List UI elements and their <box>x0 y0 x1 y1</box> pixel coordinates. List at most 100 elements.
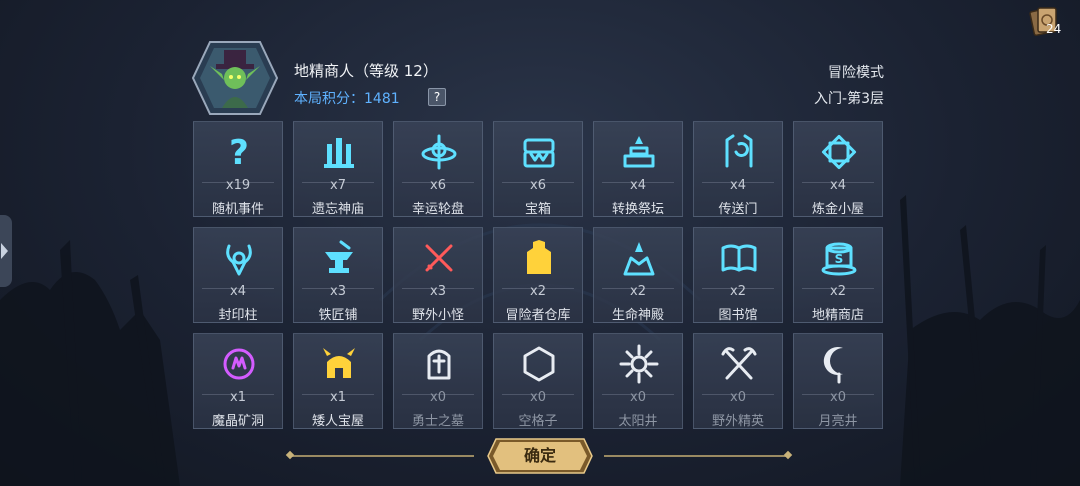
tile-count: x0 <box>430 390 446 405</box>
crossed-axes-icon <box>721 347 757 380</box>
tile-label: 转换祭坛 <box>611 202 664 217</box>
game-mode: 冒险模式 <box>828 65 884 81</box>
event-tile[interactable]: x4 封印柱 <box>193 227 283 323</box>
tile-count: x3 <box>330 284 346 299</box>
tile-count: x0 <box>730 390 746 405</box>
tile-count: x2 <box>530 284 546 299</box>
anvil-icon <box>325 240 353 273</box>
event-tile[interactable]: x7 遗忘神庙 <box>293 121 383 217</box>
tile-count: x1 <box>330 390 346 405</box>
event-tile[interactable]: x4 传送门 <box>693 121 783 217</box>
event-tile[interactable]: x0 月亮井 <box>793 333 883 429</box>
help-button[interactable]: ? <box>428 88 446 106</box>
event-tile[interactable]: x6 幸运轮盘 <box>393 121 483 217</box>
divider-right <box>604 455 788 457</box>
event-tile[interactable]: x4 炼金小屋 <box>793 121 883 217</box>
warehouse-icon <box>527 240 551 274</box>
tile-count: x4 <box>830 178 846 193</box>
tile-count: x2 <box>830 284 846 299</box>
tile-count: x4 <box>730 178 746 193</box>
chest-icon <box>523 138 555 168</box>
tile-label: 野外精英 <box>711 414 764 429</box>
score-value: 1481 <box>364 91 400 107</box>
floor-level: 入门-第3层 <box>814 91 884 107</box>
tile-label: 生命神殿 <box>611 308 664 323</box>
tile-label: 月亮井 <box>818 414 858 429</box>
sun-icon <box>619 344 659 384</box>
tile-label: 宝箱 <box>524 202 551 217</box>
tombstone-icon <box>427 349 451 380</box>
seal-icon <box>226 244 252 276</box>
tile-label: 随机事件 <box>211 202 264 217</box>
tile-label: 炼金小屋 <box>811 202 864 217</box>
confirm-button-label[interactable]: 确定 <box>486 437 594 475</box>
hero-name: 地精商人（等级 12） <box>294 62 438 80</box>
tile-label: 太阳井 <box>618 414 658 429</box>
tile-count: x19 <box>225 178 251 193</box>
tile-count: x7 <box>330 178 346 193</box>
question-icon: ? <box>229 133 249 172</box>
book-icon <box>721 244 757 272</box>
side-drawer-tab[interactable] <box>0 215 12 287</box>
event-tile[interactable]: x3 野外小怪 <box>393 227 483 323</box>
event-tile[interactable]: x1 魔晶矿洞 <box>193 333 283 429</box>
event-tile[interactable]: x1 矮人宝屋 <box>293 333 383 429</box>
tile-count: x0 <box>530 390 546 405</box>
tile-label: 勇士之墓 <box>411 414 464 429</box>
tile-label: 封印柱 <box>218 308 258 323</box>
event-tile[interactable]: Sx2 地精商店 <box>793 227 883 323</box>
tile-label: 空格子 <box>518 414 558 429</box>
event-tile[interactable]: x2 图书馆 <box>693 227 783 323</box>
wheel-icon <box>421 134 457 170</box>
crystal-mine-icon <box>223 348 255 380</box>
tile-count: x0 <box>630 390 646 405</box>
event-tile[interactable]: x6 宝箱 <box>493 121 583 217</box>
tile-label: 图书馆 <box>718 308 758 323</box>
event-tile[interactable]: x0 太阳井 <box>593 333 683 429</box>
divider-left <box>290 455 474 457</box>
event-tile[interactable]: x3 铁匠铺 <box>293 227 383 323</box>
svg-text:?: ? <box>229 133 249 172</box>
event-tile[interactable]: ? x19 随机事件 <box>193 121 283 217</box>
hexagon-icon <box>523 346 555 382</box>
portal-icon <box>725 134 753 168</box>
tile-label: 冒险者仓库 <box>505 308 571 323</box>
event-tile[interactable]: x4 转换祭坛 <box>593 121 683 217</box>
tile-label: 遗忘神庙 <box>311 202 364 217</box>
moon-icon <box>823 347 843 384</box>
tile-label: 魔晶矿洞 <box>211 414 264 429</box>
alchemy-icon <box>821 134 857 170</box>
tile-label: 幸运轮盘 <box>411 202 464 217</box>
tile-label: 地精商店 <box>811 308 864 323</box>
event-tile[interactable]: x0 勇士之墓 <box>393 333 483 429</box>
shop-icon: S <box>821 242 857 276</box>
tile-label: 铁匠铺 <box>318 308 358 323</box>
score-line: 本局积分：1481 <box>294 88 400 108</box>
event-tile[interactable]: x2 生命神殿 <box>593 227 683 323</box>
tile-count: x6 <box>430 178 446 193</box>
tile-label: 野外小怪 <box>411 308 464 323</box>
altar-icon <box>623 136 655 168</box>
tile-label: 矮人宝屋 <box>311 414 364 429</box>
tile-count: x2 <box>730 284 746 299</box>
tile-label: 传送门 <box>718 202 758 217</box>
temple-icon <box>324 138 354 168</box>
tile-count: x1 <box>230 390 246 405</box>
tile-count: x4 <box>630 178 646 193</box>
crossed-swords-icon <box>425 244 453 272</box>
svg-text:S: S <box>835 252 844 266</box>
event-tile-grid: ? x19 随机事件 x7 遗忘神庙 x6 幸运轮盘 x6 宝箱 x4 转换祭坛 x4 传送门 x4 炼金小… <box>193 121 885 429</box>
event-tile[interactable]: x2 冒险者仓库 <box>493 227 583 323</box>
event-tile[interactable]: x0 空格子 <box>493 333 583 429</box>
hero-portrait <box>192 41 278 115</box>
score-label: 本局积分： <box>294 91 364 107</box>
event-tile[interactable]: x0 野外精英 <box>693 333 783 429</box>
tile-count: x4 <box>230 284 246 299</box>
tile-count: x2 <box>630 284 646 299</box>
tile-count: x0 <box>830 390 846 405</box>
shrine-icon <box>623 242 655 276</box>
tile-count: x3 <box>430 284 446 299</box>
dwarf-helmet-icon <box>323 348 355 378</box>
deck-count: 24 <box>1046 22 1062 36</box>
tile-count: x6 <box>530 178 546 193</box>
